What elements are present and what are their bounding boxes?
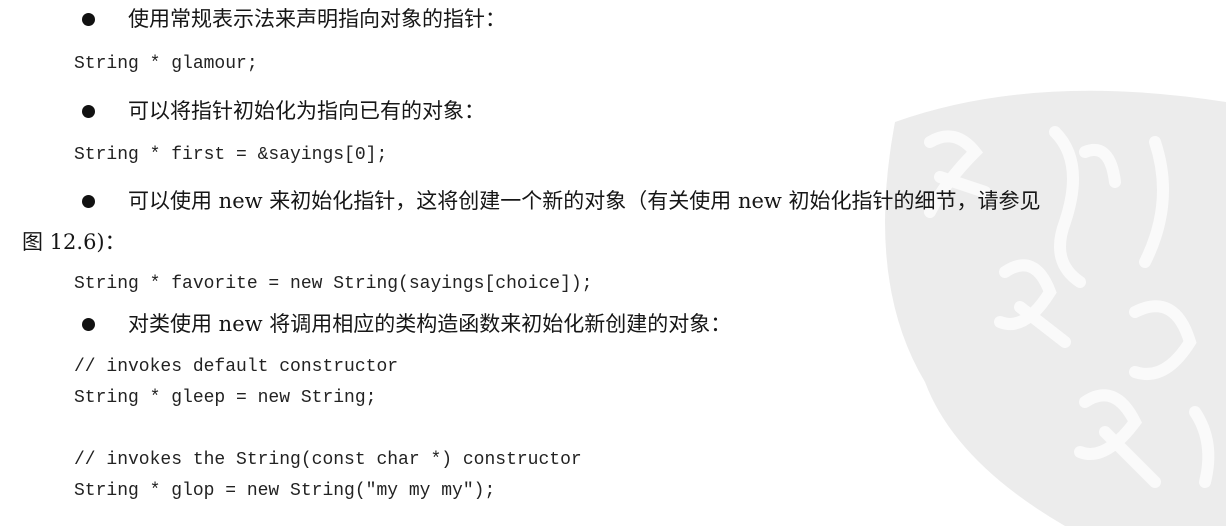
bullet-dot	[82, 318, 95, 331]
code-line: String * glamour;	[74, 54, 258, 74]
code-line: String * gleep = new String;	[74, 388, 377, 408]
code-comment: // invokes default constructor	[74, 357, 399, 377]
bullet-dot	[82, 13, 95, 26]
bullet-text: 使用常规表示法来声明指向对象的指针：	[128, 7, 506, 31]
bullet-continuation: 图 12.6)：	[22, 230, 126, 254]
bullet-dot	[82, 105, 95, 118]
document-page: 使用常规表示法来声明指向对象的指针： String * glamour; 可以将…	[0, 0, 1226, 526]
bullet-text: 对类使用 new 将调用相应的类构造函数来初始化新创建的对象：	[128, 312, 732, 336]
calligraphy-seal-watermark	[885, 90, 1226, 526]
code-comment: // invokes the String(const char *) cons…	[74, 450, 582, 470]
bullet-text: 可以使用 new 来初始化指针，这将创建一个新的对象（有关使用 new 初始化指…	[128, 189, 1041, 213]
code-line: String * first = &sayings[0];	[74, 145, 388, 165]
bullet-dot	[82, 195, 95, 208]
bullet-text: 可以将指针初始化为指向已有的对象：	[128, 99, 485, 123]
code-line: String * favorite = new String(sayings[c…	[74, 274, 593, 294]
code-line: String * glop = new String("my my my");	[74, 481, 496, 501]
